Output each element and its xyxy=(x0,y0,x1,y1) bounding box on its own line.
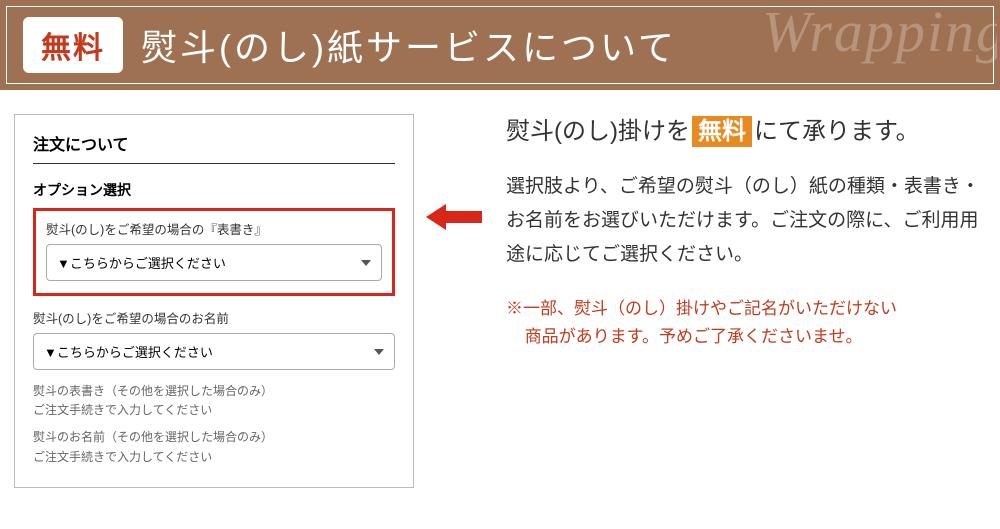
field-label: 熨斗(のし)をご希望の場合の『表書き』 xyxy=(46,219,382,238)
service-banner: Wrapping 無料 熨斗(のし)紙サービスについて xyxy=(0,0,1000,90)
arrow-left-icon xyxy=(426,204,482,230)
description-panel: 熨斗(のし)掛けを無料にて承ります。 選択肢より、ご希望の熨斗（のし）紙の種類・… xyxy=(494,114,986,488)
noshi-omotegaki-field: 熨斗(のし)をご希望の場合の『表書き』 ▼こちらからご選択ください xyxy=(33,208,395,296)
name-select[interactable]: ▼こちらからご選択ください xyxy=(33,333,395,370)
noshi-name-field: 熨斗(のし)をご希望の場合のお名前 ▼こちらからご選択ください xyxy=(33,308,395,370)
select-placeholder: ▼こちらからご選択ください xyxy=(44,345,213,360)
note-line: 熨斗のお名前（その他を選択した場合のみ） xyxy=(33,430,273,444)
note-line: 熨斗の表書き（その他を選択した場合のみ） xyxy=(33,384,273,398)
select-placeholder: ▼こちらからご選択ください xyxy=(57,256,226,271)
note-name: 熨斗のお名前（その他を選択した場合のみ） ご注文手続きで入力してください xyxy=(33,428,395,466)
warning-text: ※一部、熨斗（のし）掛けやご記名がいただけない 商品があります。予めご了承くださ… xyxy=(506,295,986,353)
inline-free-badge: 無料 xyxy=(692,116,752,147)
order-panel: 注文について オプション選択 熨斗(のし)をご希望の場合の『表書き』 ▼こちらか… xyxy=(14,114,414,488)
body-text: 選択肢より、ご希望の熨斗（のし）紙の種類・表書き・お名前をお選びいただけます。ご… xyxy=(506,170,986,273)
warning-line2: 商品があります。予めご了承くださいませ。 xyxy=(506,323,986,352)
panel-heading: 注文について xyxy=(33,131,395,164)
note-line: ご注文手続きで入力してください xyxy=(33,450,212,464)
banner-title: 熨斗(のし)紙サービスについて xyxy=(141,19,677,71)
banner-script-text: Wrapping xyxy=(762,0,1000,65)
content-area: 注文について オプション選択 熨斗(のし)をご希望の場合の『表書き』 ▼こちらか… xyxy=(0,90,1000,502)
warning-line1: ※一部、熨斗（のし）掛けやご記名がいただけない xyxy=(506,299,897,318)
lead-post: にて承ります。 xyxy=(754,118,920,145)
lead-pre: 熨斗(のし)掛けを xyxy=(506,118,690,145)
field-label: 熨斗(のし)をご希望の場合のお名前 xyxy=(33,308,395,327)
free-badge: 無料 xyxy=(23,17,123,73)
omotegaki-select[interactable]: ▼こちらからご選択ください xyxy=(46,244,382,281)
note-line: ご注文手続きで入力してください xyxy=(33,403,212,417)
lead-text: 熨斗(のし)掛けを無料にて承ります。 xyxy=(506,114,986,150)
note-omotegaki: 熨斗の表書き（その他を選択した場合のみ） ご注文手続きで入力してください xyxy=(33,382,395,420)
option-label: オプション選択 xyxy=(33,180,395,200)
arrow-column xyxy=(426,114,482,488)
